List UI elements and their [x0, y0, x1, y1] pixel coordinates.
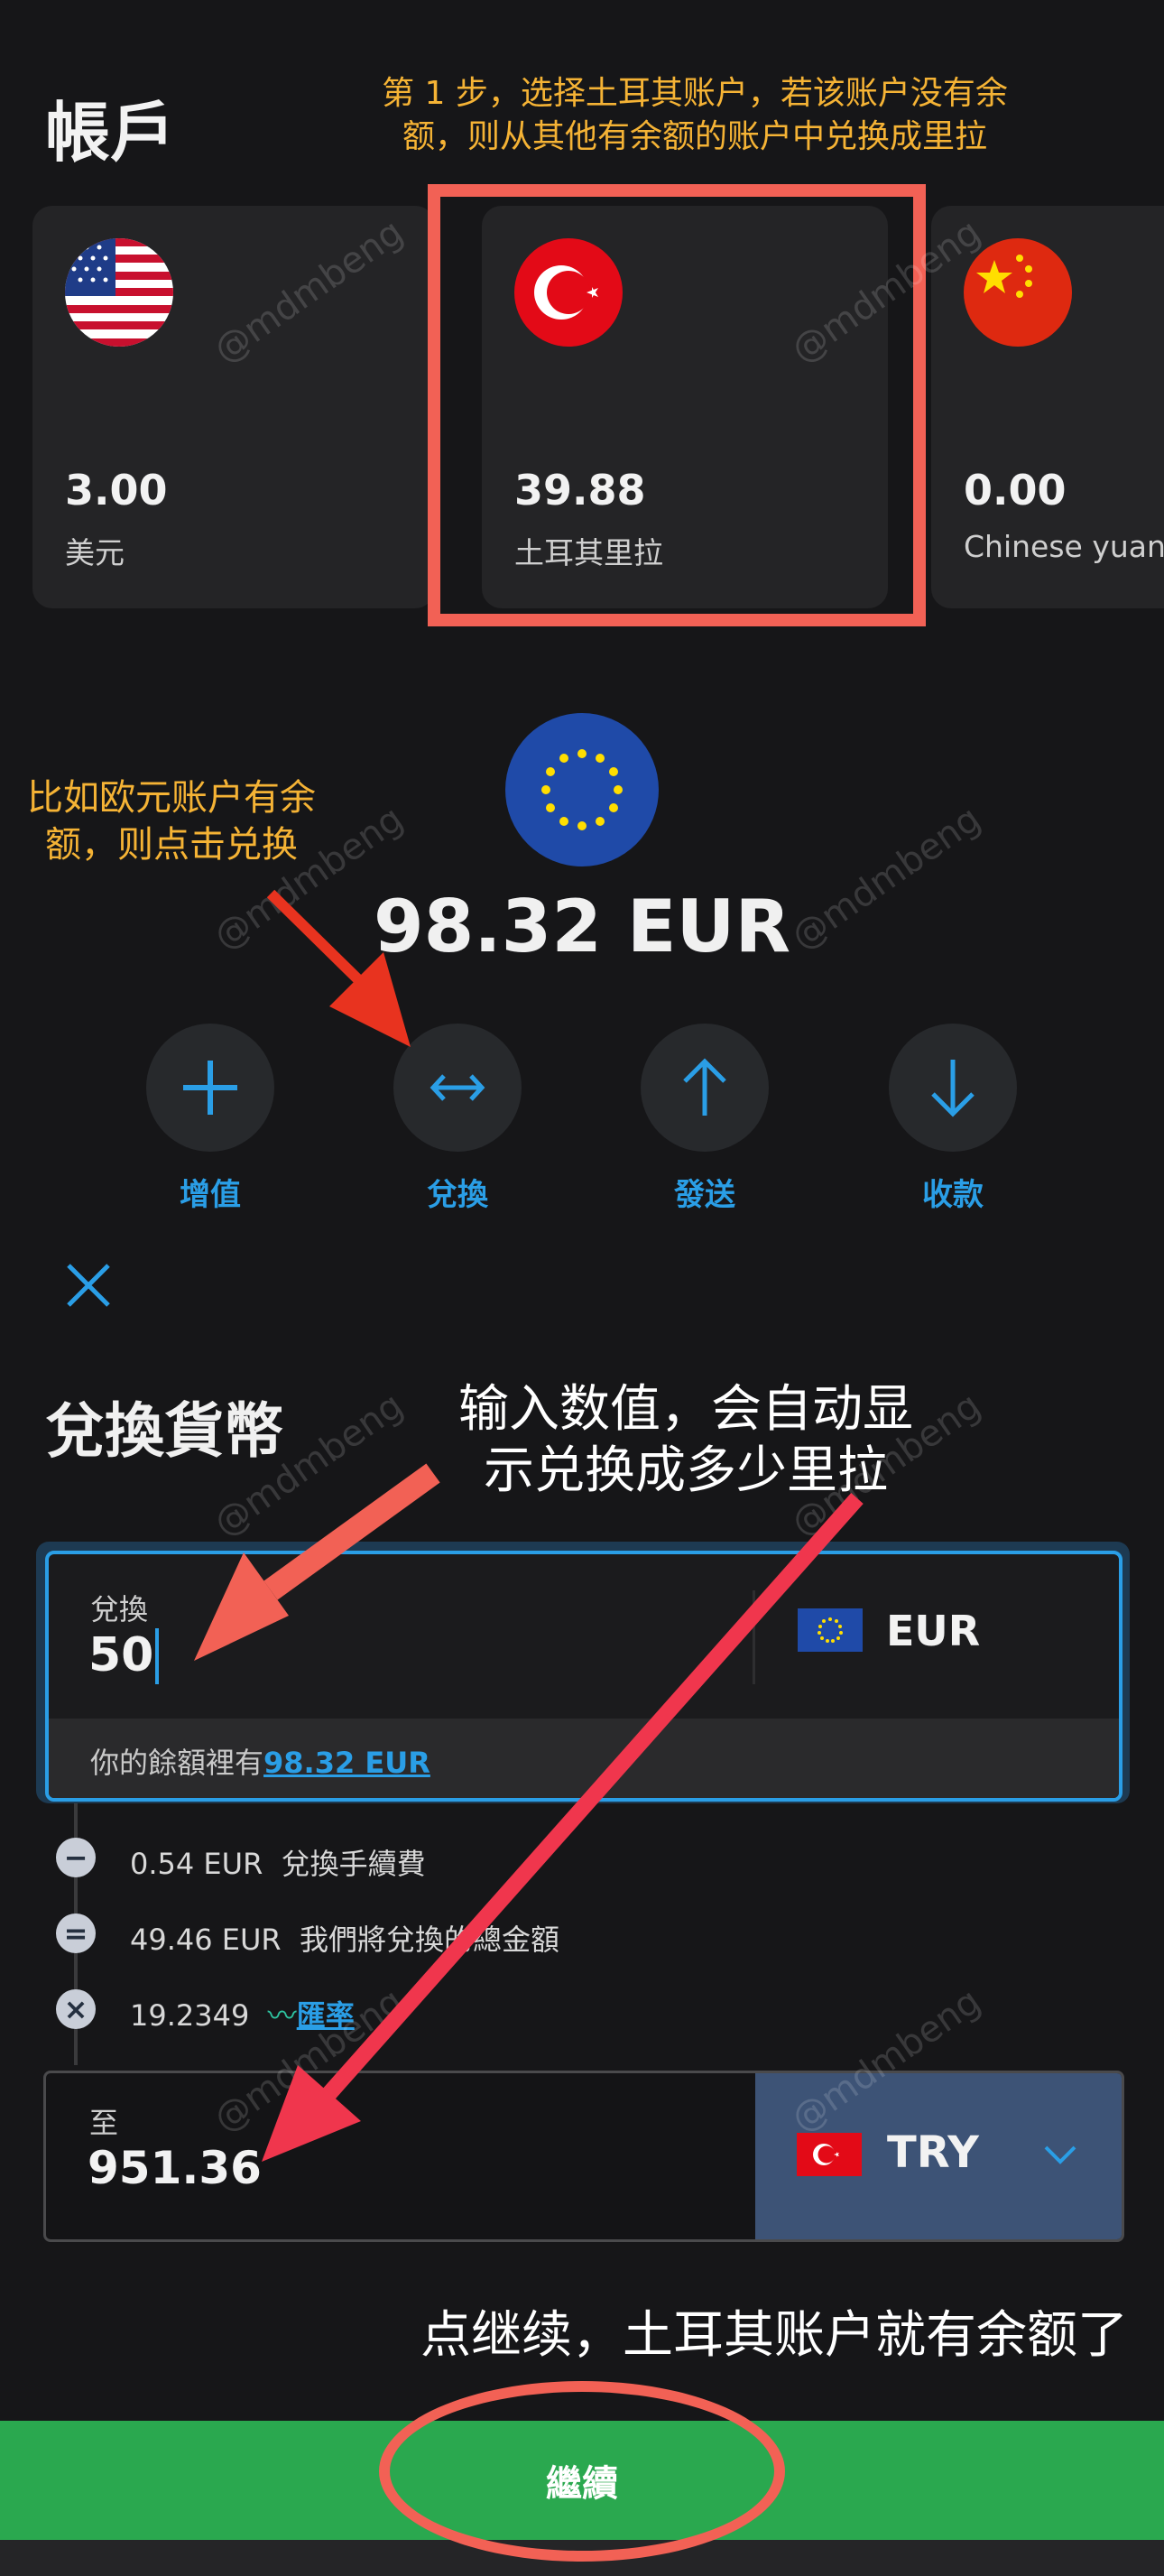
- annotation-arrows: [194, 889, 864, 2162]
- arrow-to-exchange: [266, 889, 411, 1047]
- arrow-to-input: [194, 1463, 440, 1661]
- arrow-to-result: [262, 1493, 864, 2162]
